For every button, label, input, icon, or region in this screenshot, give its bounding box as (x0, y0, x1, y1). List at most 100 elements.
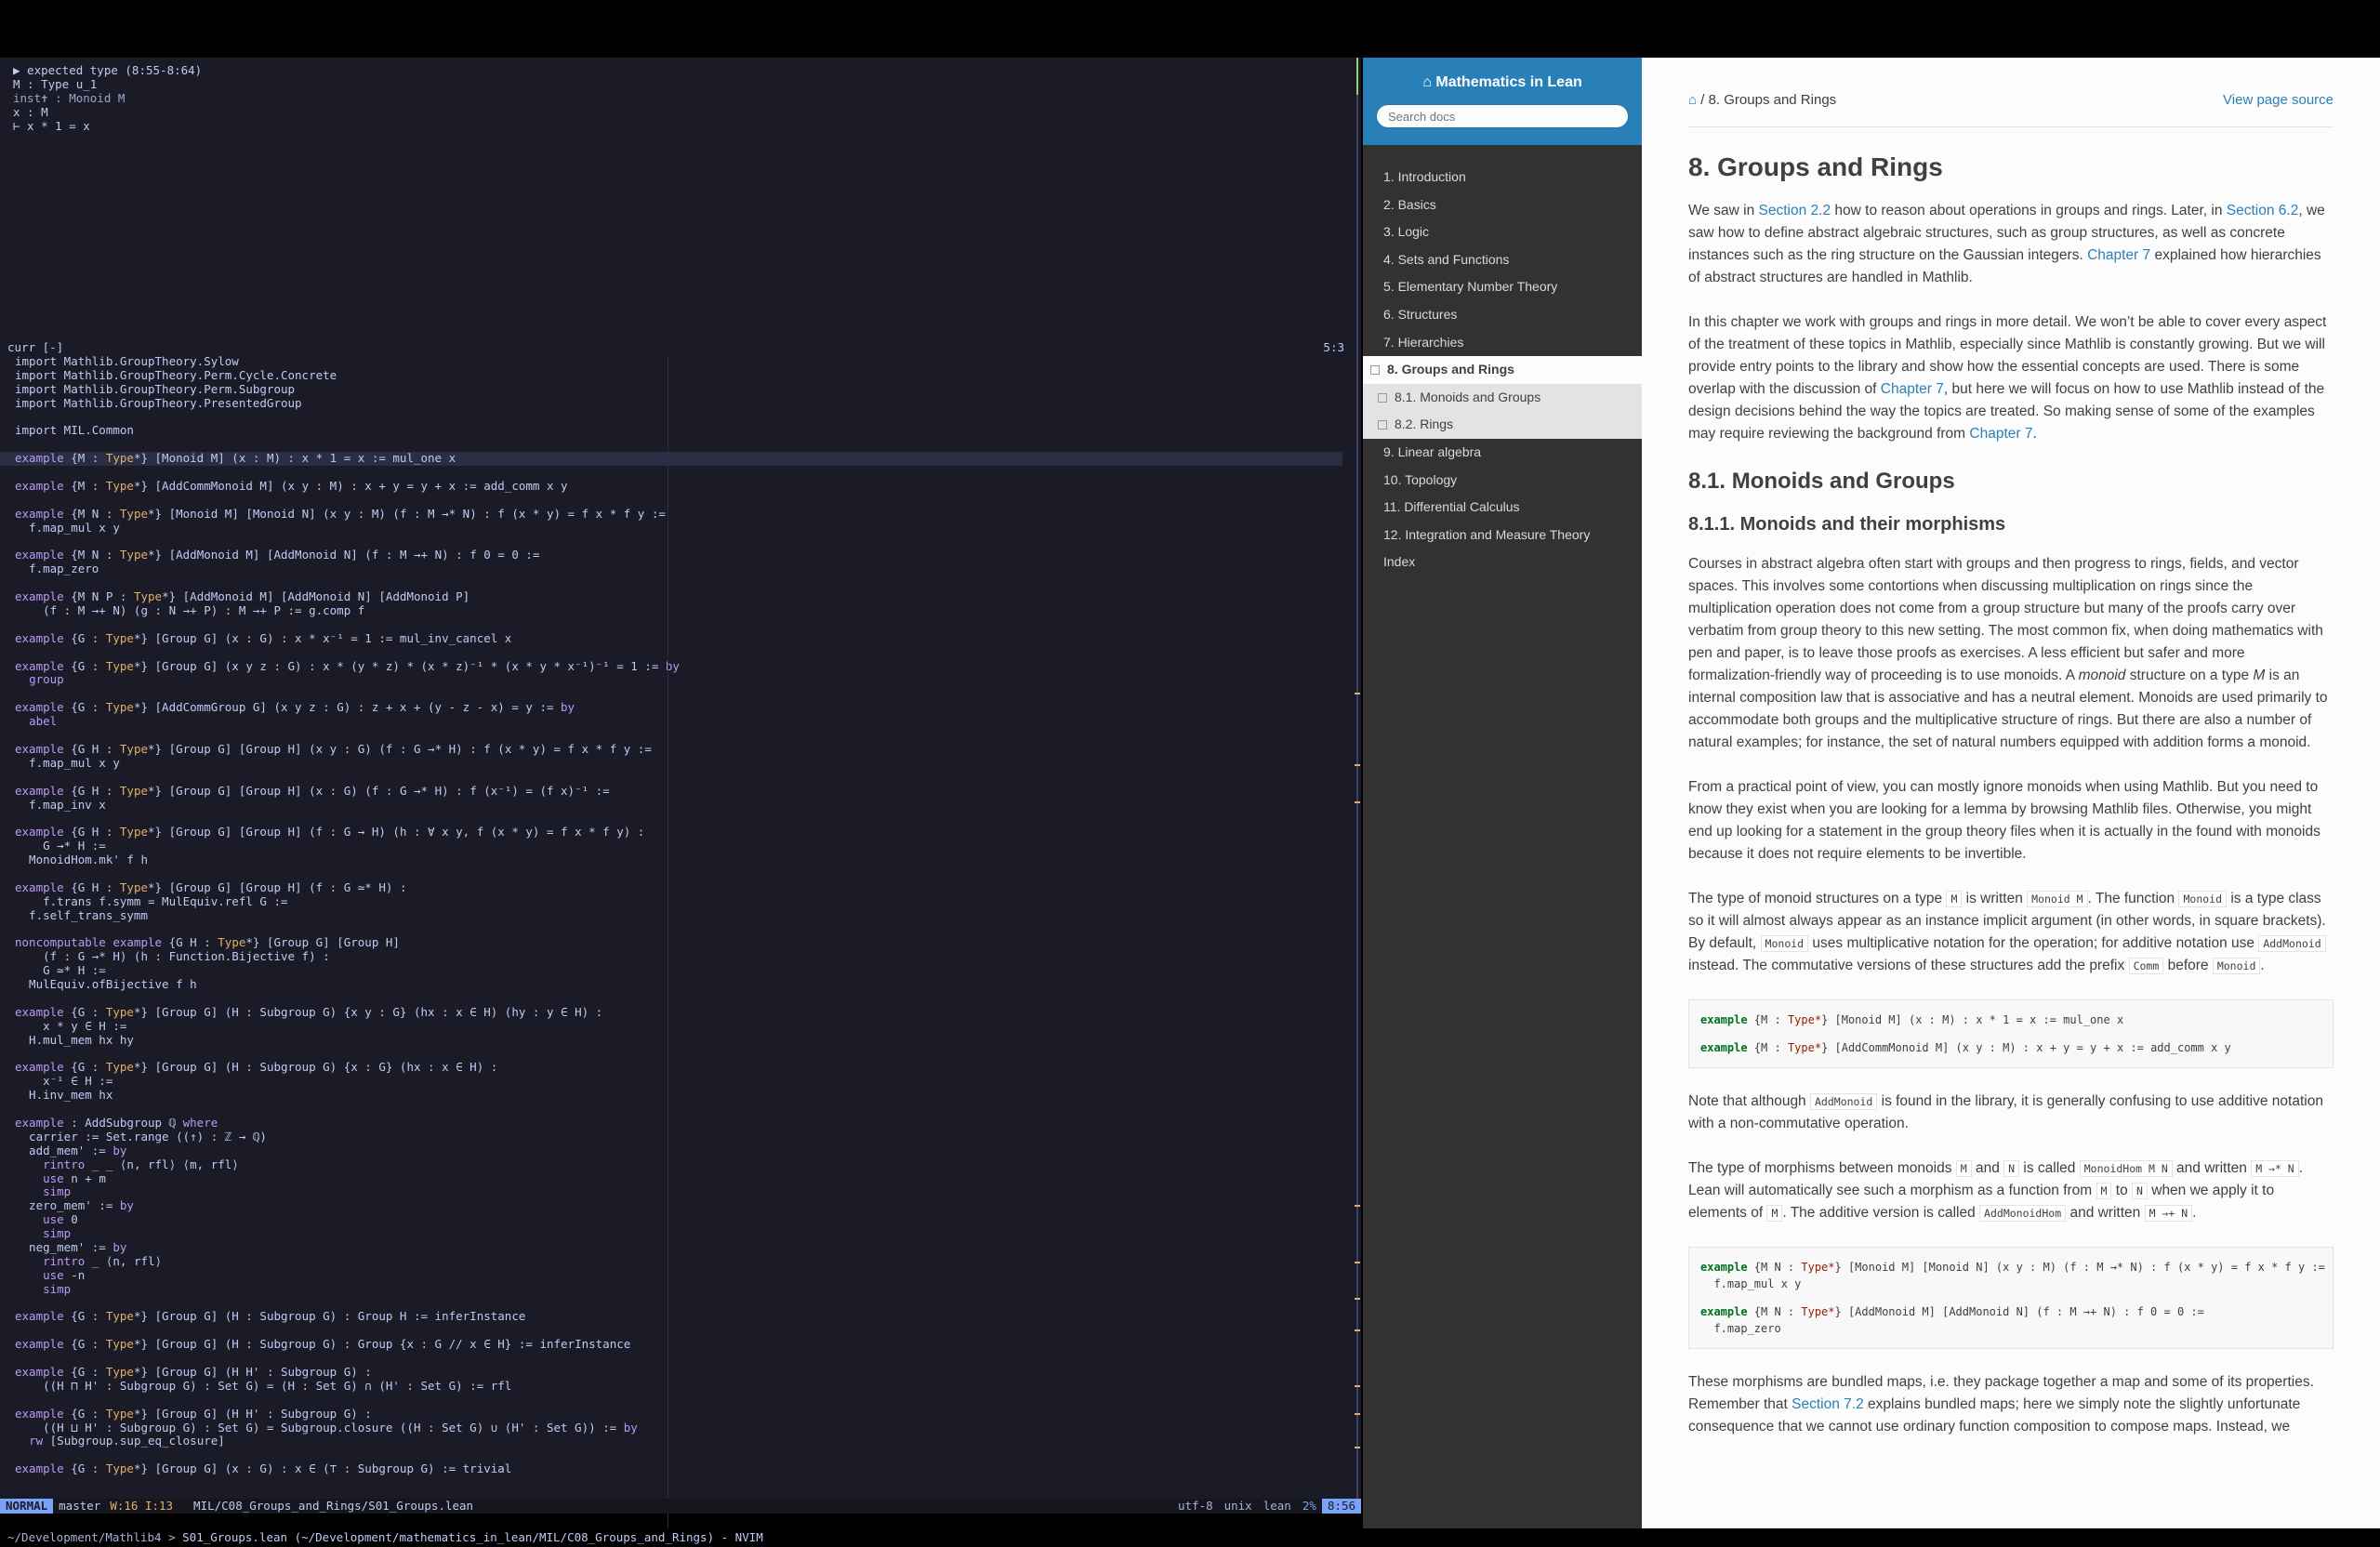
code-line[interactable]: G →* H := (15, 839, 1357, 853)
code-line[interactable]: simp (15, 1184, 1357, 1199)
code-line[interactable]: example {G H : Type*} [Group G] [Group H… (15, 784, 1357, 799)
docs-browser[interactable]: ⌂ Mathematics in Lean 1. Introduction 2.… (1363, 58, 2380, 1528)
nav-item[interactable]: 10. Topology (1363, 467, 1642, 495)
nav-item[interactable]: 1. Introduction (1363, 164, 1642, 192)
code-line[interactable]: example {G : Type*} [Group G] (H H' : Su… (15, 1365, 1357, 1380)
nav-item[interactable]: 2. Basics (1363, 192, 1642, 219)
code-line[interactable]: import MIL.Common (15, 424, 1357, 438)
code-line[interactable]: f.map_mul x y (15, 521, 1357, 536)
code-line[interactable]: example {G H : Type*} [Group G] [Group H… (15, 880, 1357, 895)
code-line[interactable] (15, 536, 1357, 549)
code-line[interactable] (15, 1394, 1357, 1408)
nav-subitem[interactable]: 8.2. Rings (1363, 411, 1642, 439)
code-line[interactable] (15, 1297, 1357, 1311)
code-line[interactable] (15, 466, 1357, 480)
code-line[interactable]: MonoidHom.mk' f h (15, 853, 1357, 867)
code-line[interactable]: carrier := Set.range ((↑) : ℤ → ℚ) (15, 1130, 1357, 1144)
code-line[interactable]: rw [Subgroup.sup_eq_closure] (15, 1435, 1357, 1448)
code-line[interactable]: example {M : Type*} [AddCommMonoid M] (x… (15, 479, 1357, 494)
nav-item[interactable]: 11. Differential Calculus (1363, 494, 1642, 522)
code-line[interactable]: example {G : Type*} [Group G] (H : Subgr… (15, 1310, 1357, 1324)
section-link[interactable]: Section 6.2 (2227, 203, 2299, 218)
code-line[interactable] (15, 729, 1357, 743)
chapter-link[interactable]: Chapter 7 (1881, 381, 1944, 397)
search-input[interactable] (1376, 104, 1629, 128)
code-line[interactable] (15, 576, 1357, 590)
code-line[interactable] (15, 1448, 1357, 1462)
code-line[interactable]: example {G H : Type*} [Group G] [Group H… (15, 825, 1357, 840)
code-line[interactable]: MulEquiv.ofBijective f h (15, 977, 1357, 992)
scrollbar-thumb[interactable] (1356, 58, 1358, 95)
code-buffer[interactable]: import Mathlib.GroupTheory.Sylow import M… (0, 355, 1357, 1547)
code-line[interactable]: (f : G →* H) (h : Function.Bijective f) … (15, 949, 1357, 964)
nav-item[interactable]: 6. Structures (1363, 301, 1642, 329)
nav-item[interactable]: 7. Hierarchies (1363, 329, 1642, 357)
chapter-link[interactable]: Chapter 7 (1969, 426, 2032, 442)
code-line[interactable] (15, 867, 1357, 881)
code-line[interactable]: example {G : Type*} [Group G] (H : Subgr… (15, 1060, 1357, 1075)
scrollbar[interactable] (1356, 58, 1358, 1514)
code-line[interactable]: ((H ⊔ H' : Subgroup G) : Set G) = Subgro… (15, 1421, 1357, 1435)
code-line[interactable]: simp (15, 1226, 1357, 1241)
code-line[interactable]: import Mathlib.GroupTheory.Perm.Subgroup (15, 382, 1357, 397)
code-line[interactable] (15, 411, 1357, 425)
code-line[interactable]: use n + m (15, 1171, 1357, 1186)
nav-item[interactable]: 9. Linear algebra (1363, 439, 1642, 467)
brand-link[interactable]: ⌂ Mathematics in Lean (1363, 74, 1642, 91)
code-line[interactable]: example {M N : Type*} [AddMonoid M] [Add… (15, 549, 1357, 562)
code-line[interactable]: f.self_trans_symm (15, 908, 1357, 923)
code-line[interactable]: f.trans f.symm = MulEquiv.refl G := (15, 894, 1357, 909)
code-line[interactable]: f.map_inv x (15, 798, 1357, 813)
code-line[interactable] (15, 992, 1357, 1006)
nav-item[interactable]: 12. Integration and Measure Theory (1363, 522, 1642, 549)
code-line[interactable]: f.map_zero (15, 562, 1357, 576)
code-line[interactable]: example {G : Type*} [Group G] (H : Subgr… (15, 1005, 1357, 1020)
chapter-link[interactable]: Chapter 7 (2087, 247, 2150, 263)
code-line[interactable] (15, 494, 1357, 508)
nav-item[interactable]: 5. Elementary Number Theory (1363, 273, 1642, 301)
code-line[interactable]: G ≃* H := (15, 963, 1357, 978)
code-line[interactable] (15, 923, 1357, 937)
collapse-icon[interactable] (1370, 365, 1380, 376)
nav-item[interactable]: Index (1363, 549, 1642, 576)
code-line[interactable]: example {M N : Type*} [Monoid M] [Monoid… (15, 507, 1357, 522)
nav-subitem[interactable]: 8.1. Monoids and Groups (1363, 383, 1642, 412)
code-line[interactable]: simp (15, 1282, 1357, 1297)
code-line[interactable]: example {M N P : Type*} [AddMonoid M] [A… (15, 589, 1357, 604)
nav-item[interactable]: 3. Logic (1363, 218, 1642, 246)
code-line[interactable] (15, 1324, 1357, 1338)
code-line[interactable]: example : AddSubgroup ℚ where (15, 1116, 1357, 1130)
expand-icon[interactable] (1378, 420, 1387, 430)
infoview-header[interactable]: ▶ expected type (8:55-8:64) (13, 63, 1344, 77)
code-line[interactable]: f.map_mul x y (15, 756, 1357, 771)
home-icon[interactable]: ⌂ (1688, 92, 1697, 108)
code-line[interactable] (15, 438, 1357, 452)
code-line[interactable]: rintro _ _ ⟨n, rfl⟩ ⟨m, rfl⟩ (15, 1157, 1357, 1172)
code-line[interactable]: ((H ⊓ H' : Subgroup G) : Set G) = (H : S… (15, 1379, 1357, 1394)
code-line[interactable]: import Mathlib.GroupTheory.Sylow (15, 355, 1357, 369)
code-line[interactable]: x * y ∈ H := (15, 1019, 1357, 1034)
nav-item[interactable]: 4. Sets and Functions (1363, 246, 1642, 274)
code-line[interactable]: zero_mem' := by (15, 1198, 1357, 1213)
code-line[interactable] (15, 618, 1357, 632)
code-line[interactable]: example {G : Type*} [Group G] (H : Subgr… (15, 1337, 1357, 1352)
view-source-link[interactable]: View page source (2223, 89, 2334, 112)
code-line[interactable]: rintro _ ⟨n, rfl⟩ (15, 1254, 1357, 1269)
section-link[interactable]: Section 7.2 (1792, 1396, 1864, 1412)
expand-icon[interactable] (1378, 392, 1387, 403)
code-line[interactable]: example {M : Type*} [Monoid M] (x : M) :… (0, 451, 1342, 467)
code-line[interactable]: example {G : Type*} [Group G] (x : G) : … (15, 631, 1357, 646)
code-line[interactable] (15, 1352, 1357, 1366)
code-line[interactable] (15, 1048, 1357, 1062)
code-line[interactable]: (f : M →+ N) (g : N →+ P) : M →+ P := g.… (15, 603, 1357, 618)
code-line[interactable] (15, 1103, 1357, 1117)
nav-item-current[interactable]: 8. Groups and Rings (1363, 356, 1642, 384)
code-line[interactable]: example {G : Type*} [AddCommGroup G] (x … (15, 700, 1357, 715)
code-line[interactable] (15, 687, 1357, 701)
code-line[interactable]: group (15, 673, 1357, 687)
code-line[interactable]: abel (15, 714, 1357, 729)
code-line[interactable]: x⁻¹ ∈ H := (15, 1074, 1357, 1089)
code-line[interactable]: H.inv_mem hx (15, 1088, 1357, 1103)
section-link[interactable]: Section 2.2 (1759, 203, 1831, 218)
code-line[interactable] (15, 812, 1357, 826)
